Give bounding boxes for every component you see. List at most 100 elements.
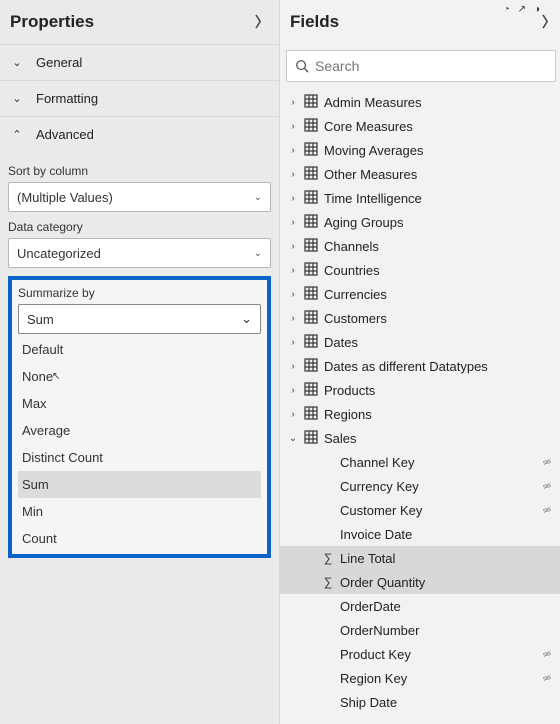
table-channels[interactable]: ›Channels [286, 234, 556, 258]
column-customer-key[interactable]: Customer Key [286, 498, 556, 522]
column-label: Customer Key [340, 503, 536, 518]
chevron-right-icon: › [288, 289, 298, 300]
option-average[interactable]: Average [18, 417, 261, 444]
table-label: Currencies [324, 287, 556, 302]
summarize-options-list: Default None↖ Max Average Distinct Count… [18, 336, 261, 552]
properties-pane: Properties 〉 ⌄ General ⌄ Formatting ⌃ Ad… [0, 0, 280, 724]
table-icon [304, 334, 318, 351]
hidden-icon [542, 671, 556, 685]
section-general-label: General [36, 55, 82, 70]
table-dates[interactable]: › Dates [286, 330, 556, 354]
table-icon [304, 406, 318, 423]
chevron-right-icon: › [288, 145, 298, 156]
column-label: Order Quantity [340, 575, 540, 590]
fields-title: Fields [290, 12, 339, 32]
table-countries[interactable]: ›Countries [286, 258, 556, 282]
table-icon [304, 166, 318, 183]
option-max[interactable]: Max [18, 390, 261, 417]
table-icon [304, 190, 318, 207]
table-admin-measures[interactable]: ›Admin Measures [286, 90, 556, 114]
column-label: OrderNumber [340, 623, 536, 638]
sort-by-select[interactable]: (Multiple Values) ⌄ [8, 182, 271, 212]
column-label: Line Total [340, 551, 540, 566]
search-box[interactable] [286, 50, 556, 82]
table-core-measures[interactable]: ›Core Measures [286, 114, 556, 138]
summarize-label: Summarize by [18, 286, 261, 300]
column-order-quantity[interactable]: ∑ Order Quantity [280, 570, 560, 594]
chevron-right-icon: 〉 [542, 12, 556, 32]
column-ship-date[interactable]: Ship Date [286, 690, 556, 714]
table-label: Core Measures [324, 119, 556, 134]
option-count[interactable]: Count [18, 525, 261, 552]
data-category-select[interactable]: Uncategorized ⌄ [8, 238, 271, 268]
table-label: Other Measures [324, 167, 556, 182]
table-aging-groups[interactable]: ›Aging Groups [286, 210, 556, 234]
table-customers[interactable]: ›Customers [286, 306, 556, 330]
chevron-down-icon: ⌄ [254, 192, 262, 203]
column-region-key[interactable]: Region Key [286, 666, 556, 690]
table-dates-as-different-datatypes[interactable]: › Dates as different Datatypes [286, 354, 556, 378]
chevron-right-icon: › [288, 241, 298, 252]
column-orderdate[interactable]: OrderDate [286, 594, 556, 618]
option-distinct-count[interactable]: Distinct Count [18, 444, 261, 471]
search-icon [295, 59, 309, 73]
fields-pane: Fields 〉 ›Admin Measures›Core Measures›M… [280, 0, 560, 724]
table-label: Dates [324, 335, 556, 350]
data-category-label: Data category [8, 220, 271, 234]
table-sales[interactable]: ⌄Sales [286, 426, 556, 450]
table-moving-averages[interactable]: ›Moving Averages [286, 138, 556, 162]
section-advanced[interactable]: ⌃ Advanced [0, 116, 279, 152]
chevron-right-icon: › [288, 337, 298, 348]
table-icon [304, 238, 318, 255]
properties-title: Properties [10, 12, 94, 32]
chevron-right-icon: › [288, 361, 298, 372]
table-label: Sales [324, 431, 556, 446]
window-control-icons: ◔↗◑ [504, 4, 540, 15]
option-min[interactable]: Min [18, 498, 261, 525]
column-currency-key[interactable]: Currency Key [286, 474, 556, 498]
chevron-right-icon: 〉 [255, 12, 269, 32]
column-label: OrderDate [340, 599, 536, 614]
hidden-icon [542, 455, 556, 469]
table-label: Dates as different Datatypes [324, 359, 556, 374]
column-label: Product Key [340, 647, 536, 662]
table-icon [304, 262, 318, 279]
chevron-down-icon: ⌄ [10, 56, 24, 69]
option-sum[interactable]: Sum [18, 471, 261, 498]
option-none[interactable]: None↖ [18, 363, 261, 390]
sort-by-value: (Multiple Values) [17, 190, 113, 205]
fields-tree: ›Admin Measures›Core Measures›Moving Ave… [280, 88, 560, 718]
section-advanced-label: Advanced [36, 127, 94, 142]
column-invoice-date[interactable]: Invoice Date [286, 522, 556, 546]
table-label: Admin Measures [324, 95, 556, 110]
table-icon [304, 142, 318, 159]
table-label: Products [324, 383, 556, 398]
column-channel-key[interactable]: Channel Key [286, 450, 556, 474]
option-default[interactable]: Default [18, 336, 261, 363]
hidden-icon [542, 647, 556, 661]
table-products[interactable]: › Products [286, 378, 556, 402]
table-currencies[interactable]: › Currencies [286, 282, 556, 306]
table-time-intelligence[interactable]: ›Time Intelligence [286, 186, 556, 210]
table-icon [304, 286, 318, 303]
table-other-measures[interactable]: › Other Measures [286, 162, 556, 186]
chevron-right-icon: › [288, 385, 298, 396]
chevron-down-icon: ⌄ [10, 92, 24, 105]
column-label: Channel Key [340, 455, 536, 470]
column-product-key[interactable]: Product Key [286, 642, 556, 666]
chevron-right-icon: › [288, 409, 298, 420]
column-ordernumber[interactable]: OrderNumber [286, 618, 556, 642]
section-formatting[interactable]: ⌄ Formatting [0, 80, 279, 116]
summarize-select[interactable]: Sum ⌄ [18, 304, 261, 334]
sort-by-label: Sort by column [8, 164, 271, 178]
search-input[interactable] [315, 58, 547, 74]
table-regions[interactable]: ›Regions [286, 402, 556, 426]
table-icon [304, 310, 318, 327]
sigma-icon: ∑ [322, 575, 334, 589]
table-label: Aging Groups [324, 215, 556, 230]
properties-header[interactable]: Properties 〉 [0, 0, 279, 44]
chevron-right-icon: › [288, 313, 298, 324]
section-general[interactable]: ⌄ General [0, 44, 279, 80]
chevron-right-icon: › [288, 169, 298, 180]
column-line-total[interactable]: ∑Line Total [280, 546, 560, 570]
